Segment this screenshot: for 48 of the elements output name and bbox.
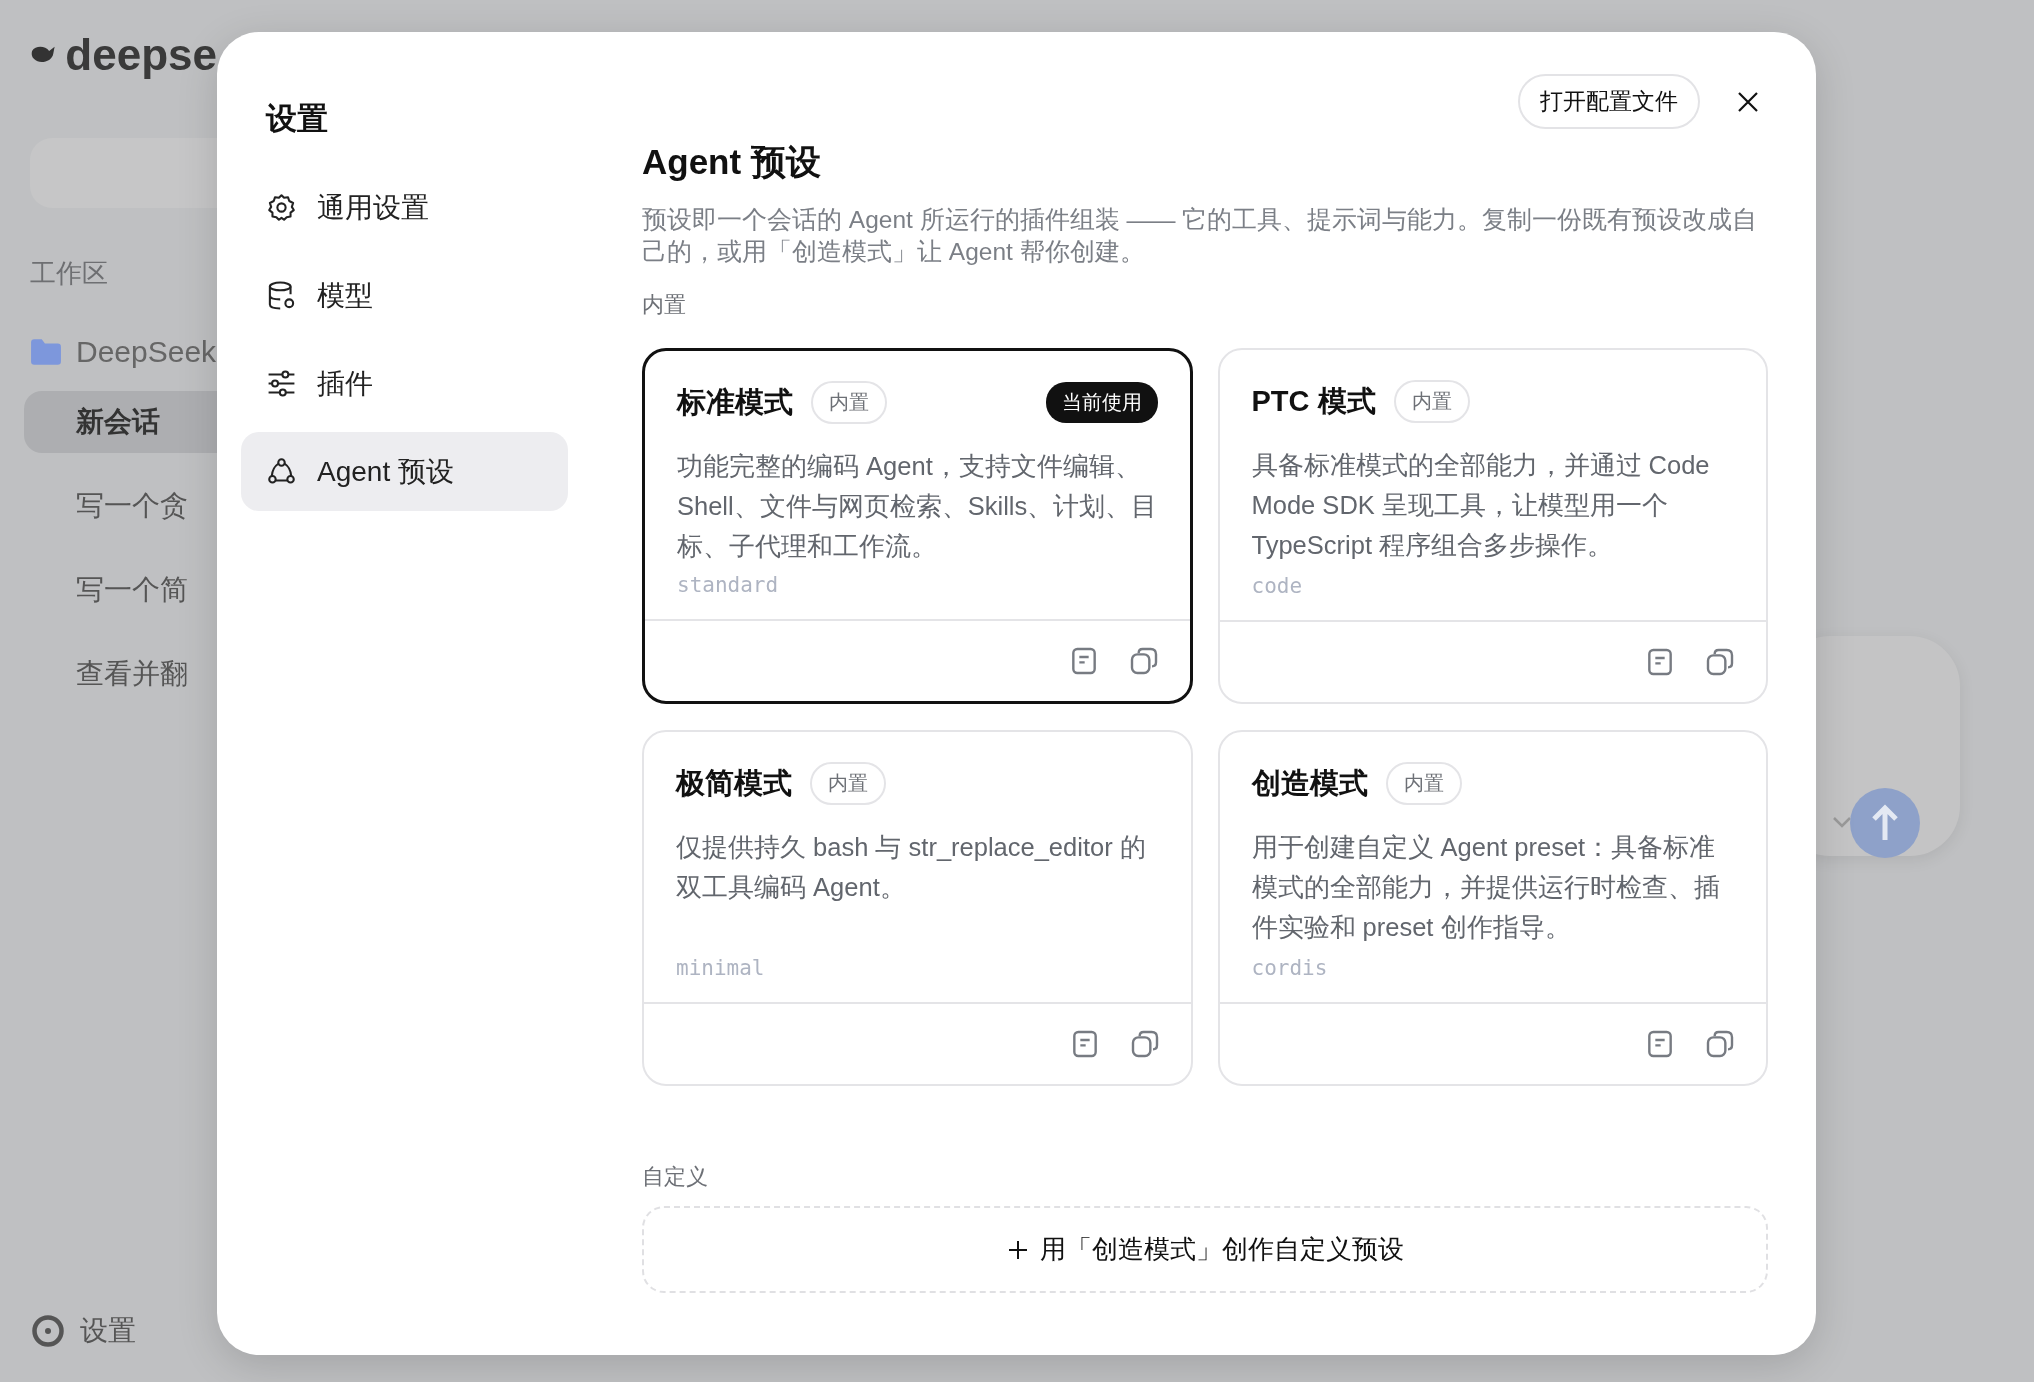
open-config-button[interactable]: 打开配置文件 [1518,74,1700,129]
database-icon [266,280,297,311]
preset-card[interactable]: 创造模式 内置 用于创建自定义 Agent preset：具备标准模式的全部能力，并提供运行时检查、插件实验和 preset 创作指导。 cordis [1217,730,1768,1086]
section-label: 自定义 [642,1163,708,1191]
chat-item[interactable]: 写一个贪 [24,475,217,537]
builtin-tag: 内置 [811,381,887,424]
preset-id: cordis [1251,956,1328,980]
page-description: 预设即一个会话的 Agent 所运行的插件组装 —— 它的工具、提示词与能力。复制一份既有预设改成自己的，或用「创造模式」让 Agent 帮你创建。 [642,205,1759,267]
preset-id: minimal [676,956,765,980]
dialog-title: 设置 [266,100,328,138]
page-heading: Agent 预设 [642,141,822,183]
sliders-icon [266,368,297,399]
nav-item[interactable]: 模型 [241,256,568,335]
preset-description: 具备标准模式的全部能力，并通过 Code Mode SDK 呈现工具，让模型用一个 TypeScript 程序组合多步操作。 [1251,450,1711,561]
nav-item[interactable]: Agent 预设 [241,432,568,511]
folder-icon [30,338,62,366]
preset-card[interactable]: 标准模式 内置 当前使用 功能完整的编码 Agent，支持文件编辑、Shell、文件与网页检索、Skills、计划、目标、子代理和工作流。 standard [642,348,1193,704]
preset-description: 功能完整的编码 Agent，支持文件编辑、Shell、文件与网页检索、Skills、计划、目标、子代理和工作流。 [677,451,1158,562]
current-badge: 当前使用 [1045,382,1158,423]
section-label: 内置 [642,291,686,319]
settings-label[interactable]: 设置 [80,1312,136,1350]
preset-name: 创造模式 [1251,765,1368,801]
close-icon[interactable] [1736,89,1760,114]
preset-card[interactable]: 极简模式 内置 仅提供持久 bash 与 str_replace_editor 的双工具编码 Agent。 minimal [642,730,1193,1086]
copy-icon[interactable] [1704,646,1736,678]
settings-icon [266,192,297,223]
create-preset-button[interactable]: 用「创造模式」创作自定义预设 [642,1206,1768,1293]
chat-item[interactable]: 查看并翻 [24,643,217,705]
nav-item[interactable]: 通用设置 [241,168,568,247]
chat-item[interactable]: 写一个简 [24,559,217,621]
preset-description: 用于创建自定义 Agent preset：具备标准模式的全部能力，并提供运行时检查、插件实验和 preset 创作指导。 [1251,832,1721,943]
preset-name: 标准模式 [677,384,793,420]
nav-item[interactable]: 插件 [241,344,568,423]
settings-icon[interactable] [30,1313,66,1349]
preset-id: code [1251,574,1303,598]
copy-icon[interactable] [1704,1028,1736,1060]
preset-name: 极简模式 [676,765,792,801]
builtin-tag: 内置 [1393,380,1470,423]
section-label: 工作区 [30,257,108,290]
send-button[interactable] [1850,788,1920,858]
preset-name: PTC 模式 [1251,383,1376,419]
preset-card[interactable]: PTC 模式 内置 具备标准模式的全部能力，并通过 Code Mode SDK 呈现工具，让模型用一个 TypeScript 程序组合多步操作。 code [1217,348,1768,704]
logo-text: deepse [65,30,217,80]
builtin-tag: 内置 [1385,762,1462,805]
preset-description: 仅提供持久 bash 与 str_replace_editor 的双工具编码 Agent。 [676,832,1147,903]
preset-id: standard [677,573,779,597]
builtin-tag: 内置 [810,762,886,805]
chat-item[interactable]: 新会话 [24,391,217,453]
